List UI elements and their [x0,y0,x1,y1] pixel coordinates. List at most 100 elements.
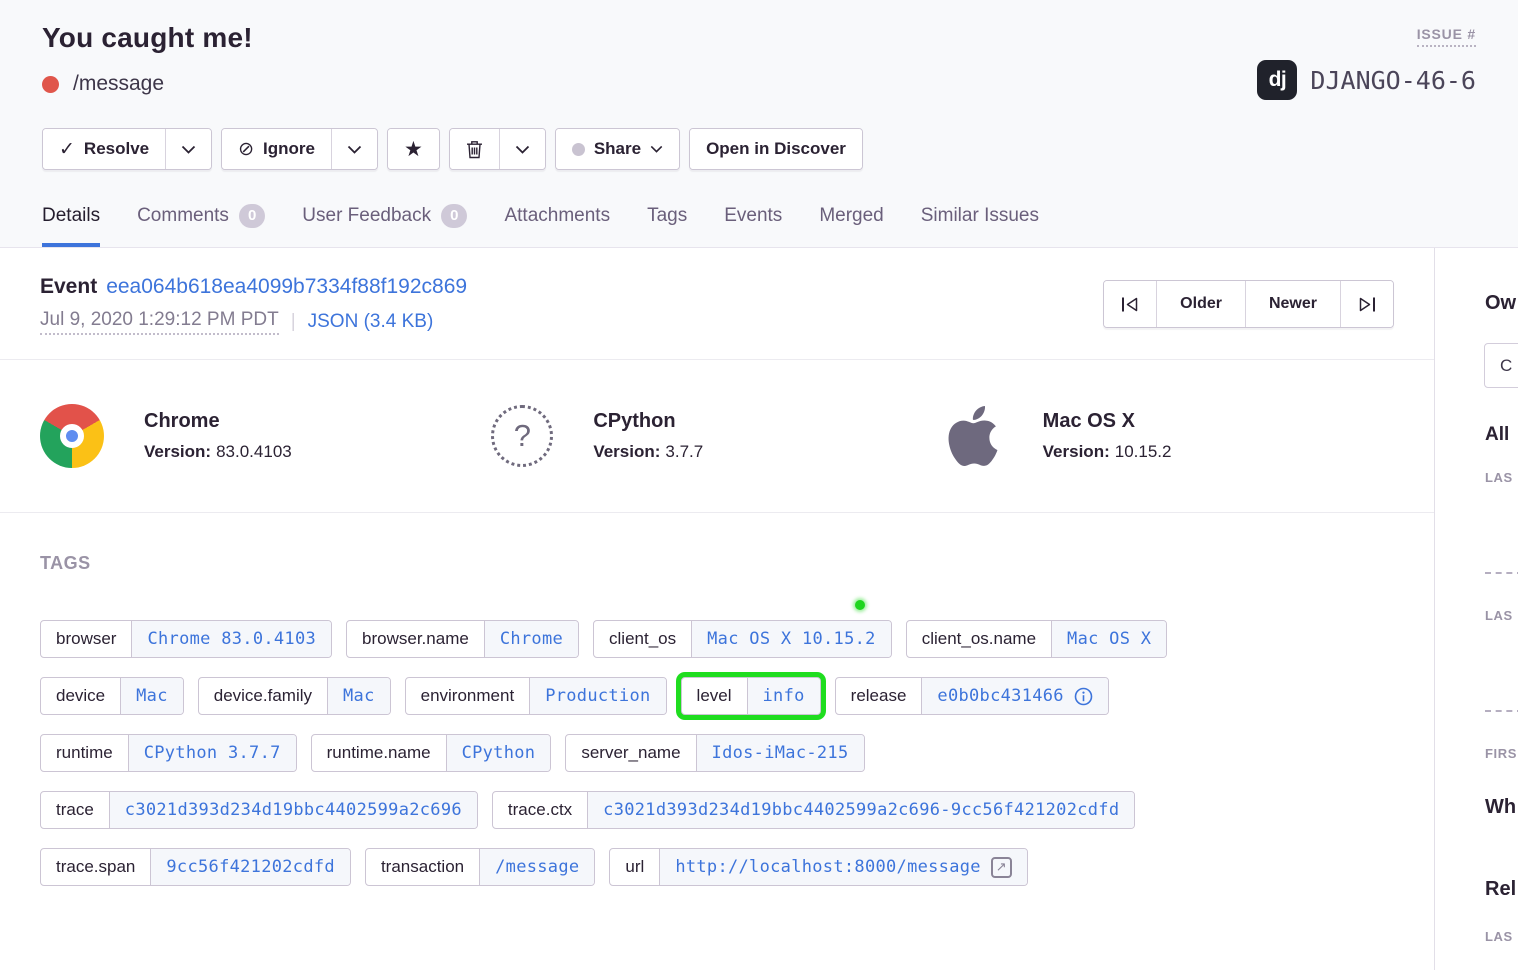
tag-trace.ctx: trace.ctxc3021d393d234d19bbc4402599a2c69… [492,791,1135,829]
sidebar-first-seen-label-clipped: FIRS [1485,746,1517,761]
chevron-down-icon [650,145,663,153]
tag-key: environment [406,678,530,714]
tab-label: User Feedback [302,205,431,227]
sidebar-last-label-clipped: LAS [1485,929,1513,944]
older-event-button[interactable]: Older [1156,281,1245,327]
tag-value-link[interactable]: Idos-iMac-215 [696,735,864,771]
trash-icon [466,140,483,159]
right-sidebar-clipped: Ow C All LAS LAS FIRS Wh Rel LAS [1435,248,1518,970]
event-contexts-section: Chrome Version:83.0.4103 ? CPython Versi… [0,360,1434,513]
event-header-section: Event eea064b618ea4099b7334f88f192c869 Ju… [0,248,1434,360]
tag-trace.span: trace.span 9cc56f421202cdfd [40,848,351,886]
info-icon [1074,687,1093,706]
tag-browser.name: browser.nameChrome [346,620,579,658]
share-label: Share [594,139,641,159]
tag-key: browser [41,621,131,657]
tab-events[interactable]: Events [724,204,782,247]
tag-value-link[interactable]: 9cc56f421202cdfd [150,849,350,885]
check-icon: ✓ [59,140,75,159]
tab-comments[interactable]: Comments0 [137,204,265,247]
tag-value-link[interactable]: Chrome 83.0.4103 [131,621,331,657]
tag-value-link[interactable]: Mac [327,678,390,714]
tag-value-text: Chrome 83.0.4103 [147,629,316,649]
tag-key: release [836,678,922,714]
event-json-link[interactable]: JSON (3.4 KB) [308,311,434,333]
event-timestamp: Jul 9, 2020 1:29:12 PM PDT [40,309,279,335]
tag-value-text: 9cc56f421202cdfd [166,857,335,877]
tag-client_os.name: client_os.nameMac OS X [906,620,1168,658]
tag-value-link[interactable]: c3021d393d234d19bbc4402599a2c696-9cc56f4… [587,792,1134,828]
resolve-dropdown-button[interactable] [165,129,211,169]
django-project-icon: dj [1257,60,1297,100]
resolve-button[interactable]: ✓ Resolve [43,129,165,169]
release-info-icon[interactable] [1074,687,1093,706]
tag-value-link[interactable]: c3021d393d234d19bbc4402599a2c696 [109,792,477,828]
tag-value-text: http://localhost:8000/message [675,857,981,877]
tag-value-link[interactable]: Chrome [484,621,578,657]
skip-to-first-icon [1120,296,1140,313]
sidebar-input-clipped[interactable]: C [1484,343,1518,388]
event-id-link[interactable]: eea064b618ea4099b7334f88f192c869 [106,275,467,298]
tag-value-link[interactable]: Production [529,678,665,714]
tag-value-text: Mac [343,686,375,706]
tab-user-feedback[interactable]: User Feedback0 [302,204,467,247]
delete-button[interactable] [450,129,499,169]
tab-tags[interactable]: Tags [647,204,687,247]
open-in-discover-button[interactable]: Open in Discover [690,129,862,169]
tag-value-link[interactable]: CPython [446,735,551,771]
tag-value-link[interactable]: Mac [120,678,183,714]
delete-dropdown-button[interactable] [499,129,545,169]
main-content: Event eea064b618ea4099b7334f88f192c869 Ju… [0,248,1435,970]
tag-trace: trace c3021d393d234d19bbc4402599a2c696 [40,791,478,829]
issue-details-page: You caught me! /message ISSUE # dj DJANG… [0,0,1518,970]
tag-value-link[interactable]: http://localhost:8000/message ↗ [659,849,1027,885]
tag-key: level [682,678,747,714]
tag-key: trace.ctx [493,792,587,828]
tag-device.family: device.family Mac [198,677,391,715]
version-label: Version: [593,442,660,461]
ignore-dropdown-button[interactable] [331,129,377,169]
version-label: Version: [144,442,211,461]
tag-key: trace [41,792,109,828]
tag-key: runtime.name [312,735,446,771]
tag-key: device.family [199,678,327,714]
version-value: 10.15.2 [1115,442,1172,461]
oldest-event-button[interactable] [1104,281,1156,327]
tab-similar-issues[interactable]: Similar Issues [921,204,1039,247]
tags-section: TAGS browserChrome 83.0.4103browser.name… [0,513,1434,945]
share-button[interactable]: Share [556,129,679,169]
bookmark-button[interactable]: ★ [388,129,439,169]
sidebar-input-text: C [1500,356,1512,376]
newer-event-button[interactable]: Newer [1245,281,1340,327]
context-name: CPython [593,410,703,433]
cursor-dot [855,600,865,610]
tag-key: client_os.name [907,621,1051,657]
event-label: Event [40,275,97,298]
version-label: Version: [1043,442,1110,461]
tag-value-link[interactable]: Mac OS X [1051,621,1166,657]
newest-event-button[interactable] [1340,281,1393,327]
tag-value-link[interactable]: /message [479,849,594,885]
external-link-icon[interactable]: ↗ [991,857,1012,878]
tag-value-text: Mac OS X 10.15.2 [707,629,876,649]
tag-value-link[interactable]: info [747,678,820,714]
tag-value-link[interactable]: e0b0bc431466 [921,678,1107,714]
tag-value-link[interactable]: CPython 3.7.7 [128,735,296,771]
tag-value-text: c3021d393d234d19bbc4402599a2c696 [125,800,462,820]
tag-value-link[interactable]: Mac OS X 10.15.2 [691,621,891,657]
chevron-down-icon [181,145,196,154]
tag-list: browser Chrome 83.0.4103 browser.nameChrom… [40,620,1394,905]
ignore-button[interactable]: ⊘ Ignore [222,129,331,169]
tag-runtime.name: runtime.nameCPython [311,734,552,772]
tag-device: deviceMac [40,677,184,715]
share-status-dot-icon [572,143,585,156]
tab-details[interactable]: Details [42,204,100,247]
sidebar-filter-all-clipped[interactable]: All [1485,424,1509,446]
tag-value-text: info [763,686,805,706]
issue-number-block: ISSUE # dj DJANGO-46-6 [1257,22,1476,100]
tab-attachments[interactable]: Attachments [504,204,610,247]
tag-key: trace.span [41,849,150,885]
tag-value-text: Chrome [500,629,563,649]
tag-key: transaction [366,849,479,885]
tab-merged[interactable]: Merged [819,204,883,247]
